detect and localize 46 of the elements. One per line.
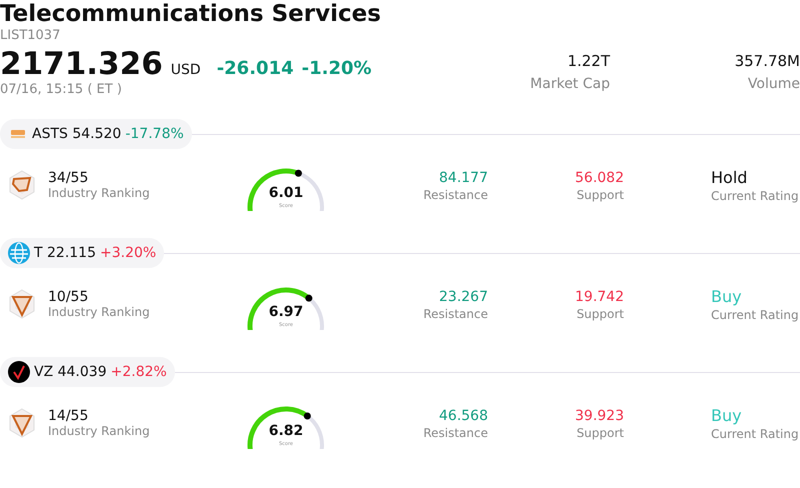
score-value: 6.01 [268, 185, 304, 201]
resistance-label: Resistance [422, 188, 488, 202]
stock-chip[interactable]: ASTS 54.520 -17.78% [0, 119, 192, 149]
stock-chip[interactable]: T 22.115 +3.20% [0, 238, 164, 268]
radar-icon [8, 169, 36, 201]
ranking-label: Industry Ranking [48, 424, 151, 438]
support-label: Support [576, 426, 624, 440]
index-price: 2171.326 [0, 46, 163, 82]
ranking-label: Industry Ranking [48, 305, 151, 319]
stat-label: Market Cap [529, 76, 610, 92]
score-value: 6.82 [268, 423, 304, 439]
timestamp: 07/16, 15:15 ( ET ) [0, 82, 123, 97]
globe-icon [8, 242, 30, 264]
resistance-label: Resistance [422, 307, 488, 321]
list-code: LIST1037 [0, 28, 62, 44]
support-value: 39.923 [574, 407, 624, 426]
price-change: -26.014 [216, 58, 294, 79]
radar-icon [8, 407, 36, 439]
support-value: 56.082 [574, 169, 624, 188]
rating-label: Current Rating [711, 189, 799, 203]
ranking-value: 14/55 [48, 408, 90, 424]
rating-label: Current Rating [711, 427, 799, 441]
radar-icon [8, 288, 36, 320]
rating-value: Buy [711, 405, 743, 427]
support-label: Support [576, 307, 624, 321]
resistance-value: 23.267 [438, 288, 488, 307]
rating-value: Hold [711, 167, 748, 189]
stat-label: Volume [746, 76, 800, 92]
rating-value: Buy [711, 286, 743, 308]
support-value: 19.742 [574, 288, 624, 307]
resistance-value: 46.568 [438, 407, 488, 426]
percent-change: -1.20% [302, 58, 372, 79]
resistance-label: Resistance [422, 426, 488, 440]
page-title: Telecommunications Services [0, 0, 382, 28]
currency: USD [170, 62, 201, 78]
rating-label: Current Rating [711, 308, 799, 322]
check-icon [8, 361, 30, 383]
ranking-label: Industry Ranking [48, 186, 151, 200]
ranking-value: 34/55 [48, 170, 90, 186]
stock-chip[interactable]: VZ 44.039 +2.82% [0, 357, 175, 387]
stat-value: 1.22T [566, 52, 610, 70]
stat-value: 357.78M [734, 52, 800, 70]
resistance-value: 84.177 [438, 169, 488, 188]
score-value: 6.97 [268, 304, 304, 320]
ranking-value: 10/55 [48, 289, 90, 305]
support-label: Support [576, 188, 624, 202]
